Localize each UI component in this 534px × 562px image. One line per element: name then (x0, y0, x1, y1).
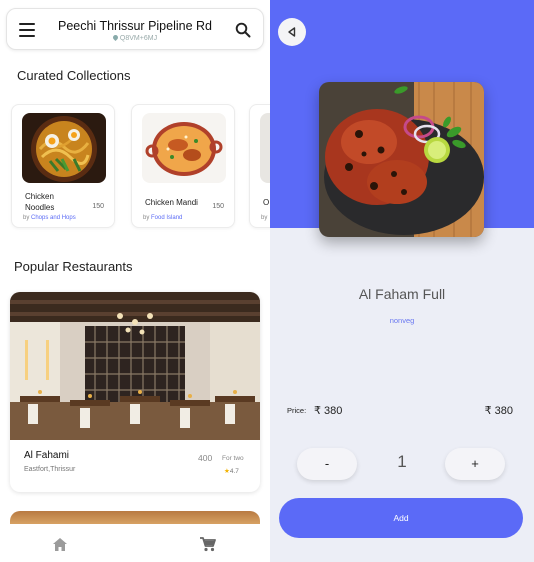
decrease-quantity-button[interactable]: - (297, 448, 357, 480)
dish-detail-screen: Al Faham Full nonveg Price: ₹ 380 ₹ 380 … (270, 0, 534, 562)
source-link[interactable]: Food Island (151, 215, 182, 221)
pin-icon (111, 33, 119, 42)
dish-image (319, 82, 484, 237)
back-button[interactable] (278, 18, 306, 46)
rating-value: 4.7 (229, 468, 239, 475)
chicken-mandi-image (142, 113, 226, 183)
collection-source: by Chops and Hops (23, 215, 76, 221)
back-arrow-icon (288, 27, 296, 37)
bottom-nav (0, 524, 270, 562)
collection-card-chicken-noodles[interactable]: Chicken Noodles 150 by Chops and Hops (11, 104, 115, 228)
home-screen: Peechi Thrissur Pipeline Rd Q8VM+6MJ Cur… (0, 0, 270, 562)
restaurant-name: Al Fahami (24, 450, 70, 461)
restaurant-cost: 400 (198, 453, 213, 463)
home-icon[interactable] (53, 538, 67, 551)
add-to-cart-button[interactable]: Add (279, 498, 523, 538)
collection-image (260, 113, 270, 183)
collection-name: Chicken Noodles (25, 192, 55, 212)
dish-type: nonveg (389, 316, 415, 325)
quantity-value: 1 (397, 452, 407, 471)
restaurant-cost-label: For two (222, 455, 244, 462)
collection-card-partial[interactable]: O by (249, 104, 270, 228)
restaurant-image (10, 292, 260, 440)
restaurant-rating: ★4.7 (224, 467, 239, 475)
unit-price: ₹ 380 (314, 405, 343, 417)
collection-source: by (261, 215, 268, 221)
cart-icon[interactable] (200, 537, 216, 552)
collection-card-chicken-mandi[interactable]: Chicken Mandi 150 by Food Island (131, 104, 235, 228)
collection-price: 150 (92, 203, 104, 210)
collection-name: Chicken Mandi (145, 198, 198, 207)
menu-icon[interactable] (19, 23, 35, 37)
price-label: Price: (287, 406, 307, 415)
location-code: Q8VM+6MJ (119, 35, 158, 42)
restaurant-card-al-fahami[interactable]: Al Fahami Eastfort,Thrissur 400 For two … (10, 292, 260, 492)
location-subtitle: Q8VM+6MJ (47, 33, 223, 42)
by-label: by (143, 215, 150, 221)
source-link[interactable]: Chops and Hops (31, 215, 76, 221)
search-icon[interactable] (235, 22, 251, 38)
restaurant-location: Eastfort,Thrissur (24, 466, 76, 473)
chicken-noodles-image (22, 113, 106, 183)
location-title: Peechi Thrissur Pipeline Rd (57, 19, 212, 33)
app-root: Peechi Thrissur Pipeline Rd Q8VM+6MJ Cur… (0, 0, 534, 562)
dish-name: Al Faham Full (358, 286, 446, 302)
location-bar[interactable]: Peechi Thrissur Pipeline Rd Q8VM+6MJ (6, 8, 264, 50)
curated-collections-title: Curated Collections (17, 68, 131, 83)
by-label: by (23, 215, 30, 221)
total-price: ₹ 380 (484, 405, 513, 417)
collection-price: 150 (212, 203, 224, 210)
collection-source: by Food Island (143, 215, 182, 221)
popular-restaurants-title: Popular Restaurants (14, 259, 133, 274)
collection-name: O (263, 198, 270, 207)
increase-quantity-button[interactable]: + (445, 448, 505, 480)
